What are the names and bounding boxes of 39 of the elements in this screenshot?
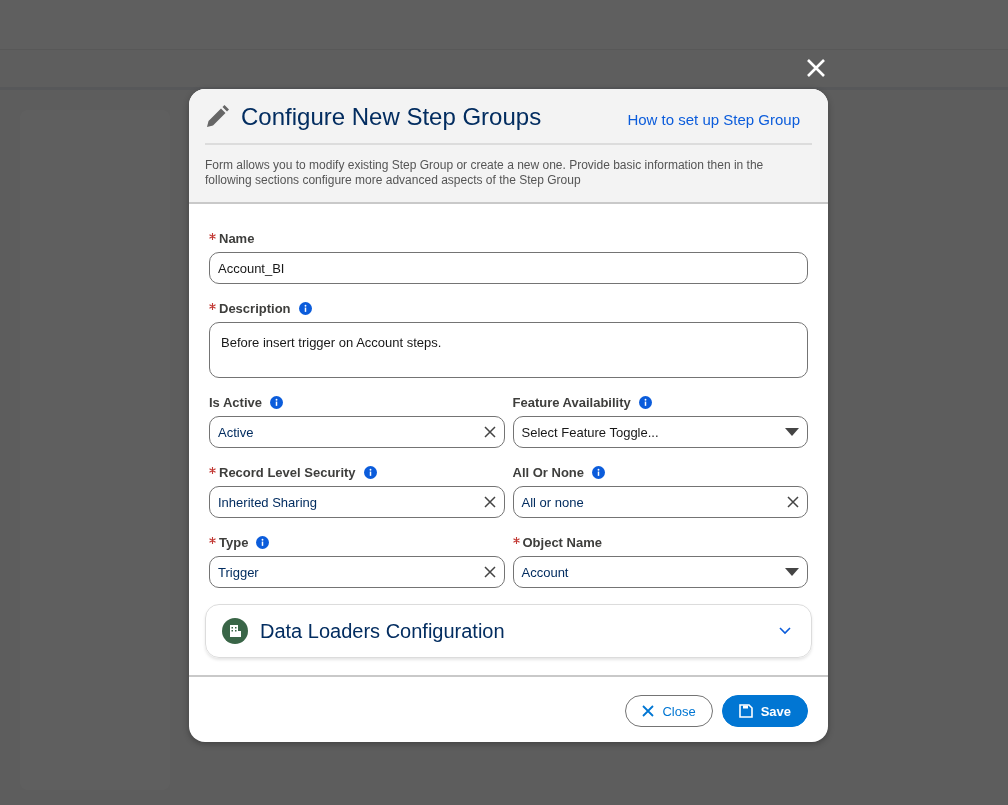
save-icon [738,704,753,718]
clear-icon[interactable] [483,566,496,578]
combobox-field[interactable]: Active [209,416,505,448]
field-label: Feature Availability [512,394,631,410]
save-button[interactable]: Save [721,695,808,727]
chevron-icon[interactable] [779,627,791,635]
building-icon [222,618,248,644]
pencil-icon [205,105,229,129]
close-button[interactable]: Close [625,695,713,727]
close-icon [642,705,655,717]
combobox-field[interactable]: Trigger [209,556,505,588]
description-field[interactable]: Before insert trigger on Account steps. [209,322,808,378]
select-field[interactable]: Select Feature Toggle... [512,416,808,448]
caret-icon[interactable] [785,568,799,576]
info-icon[interactable] [592,465,605,479]
field-label: Object Name [522,534,602,550]
info-icon[interactable] [270,395,283,409]
select-field[interactable]: Account [512,556,808,588]
dialog-description: Form allows you to modify existing Step Group or create a new one. Provide basic information then in the following sections configure more advanced aspects of the Step Group [205,158,765,188]
field-label: Name [219,230,255,246]
help-link[interactable]: How to set up Step Group [627,111,800,128]
info-icon[interactable] [363,465,377,479]
info-icon[interactable] [256,535,270,549]
combobox-field[interactable]: Inherited Sharing [209,486,505,518]
text-field[interactable]: Account_BI [209,252,808,284]
field-label: All Or None [512,464,584,480]
info-icon[interactable] [638,395,652,409]
info-icon[interactable] [298,301,312,315]
clear-icon[interactable] [483,426,496,438]
field-label: Description [219,300,291,316]
caret-icon[interactable] [785,428,799,436]
clear-icon[interactable] [787,496,799,508]
field-label: Type [219,534,249,550]
field-label: Is Active [209,394,262,410]
section-header[interactable]: Data Loaders Configuration [205,604,812,658]
combobox-field[interactable]: All or none [512,486,808,518]
clear-icon[interactable] [483,496,496,508]
field-label: Record Level Security [219,464,356,480]
dialog-title: Configure New Step Groups [241,103,543,131]
